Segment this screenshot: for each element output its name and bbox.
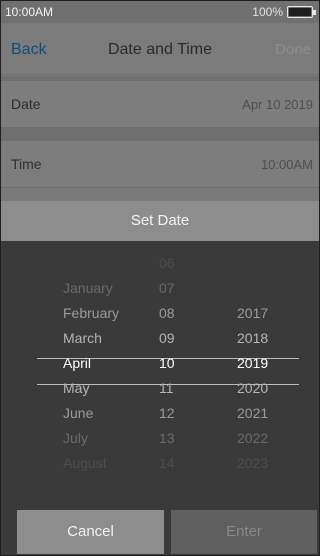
enter-button[interactable]: Enter <box>171 510 317 554</box>
day-option-selected[interactable]: 10 <box>159 355 175 371</box>
month-option[interactable]: May <box>63 380 89 396</box>
year-option[interactable]: 2023 <box>237 455 268 471</box>
year-option[interactable]: 2022 <box>237 430 268 446</box>
year-option-selected[interactable]: 2019 <box>237 355 268 371</box>
set-date-header: Set Date <box>1 201 319 241</box>
year-option[interactable]: 2021 <box>237 405 268 421</box>
day-option[interactable]: 07 <box>159 280 175 296</box>
year-option[interactable]: 2020 <box>237 380 268 396</box>
day-option[interactable]: 12 <box>159 405 175 421</box>
content-background <box>1 188 319 201</box>
navigation-bar: Back Date and Time Done <box>1 23 319 75</box>
month-option[interactable]: August <box>63 455 107 471</box>
day-option[interactable]: 08 <box>159 305 175 321</box>
month-option[interactable]: March <box>63 330 102 346</box>
day-option[interactable]: 14 <box>159 455 175 471</box>
time-value: 10:00AM <box>260 157 313 172</box>
status-bar: 10:00AM 100% <box>1 1 319 23</box>
battery-icon <box>287 6 316 18</box>
month-option-selected[interactable]: April <box>63 355 91 371</box>
day-option[interactable]: 06 <box>159 255 175 271</box>
month-option[interactable]: January <box>63 280 113 296</box>
day-option[interactable]: 11 <box>159 380 174 396</box>
date-picker[interactable]: January February March April May June July Augu… <box>1 241 319 497</box>
day-option[interactable]: 13 <box>159 430 175 446</box>
year-option[interactable]: 2018 <box>237 330 268 346</box>
phone-screen: 10:00AM 100% Back Date and Time Done Dat… <box>0 0 320 556</box>
time-row[interactable]: Time 10:00AM <box>1 140 319 188</box>
date-label: Date <box>11 96 41 112</box>
status-time: 10:00AM <box>5 5 54 19</box>
month-option[interactable]: July <box>63 430 88 446</box>
date-value: Apr 10 2019 <box>242 97 313 112</box>
time-label: Time <box>11 156 42 172</box>
month-option[interactable]: June <box>63 405 93 421</box>
section-spacer <box>1 128 319 140</box>
date-row[interactable]: Date Apr 10 2019 <box>1 80 319 128</box>
month-option[interactable]: February <box>63 305 119 321</box>
done-button[interactable]: Done <box>275 41 311 58</box>
page-title: Date and Time <box>107 41 213 58</box>
battery-percentage: 100% <box>252 5 283 19</box>
sheet-footer: Cancel Enter <box>1 497 319 555</box>
day-option[interactable]: 09 <box>159 330 175 346</box>
year-option[interactable]: 2017 <box>237 305 268 321</box>
cancel-button[interactable]: Cancel <box>17 510 164 554</box>
